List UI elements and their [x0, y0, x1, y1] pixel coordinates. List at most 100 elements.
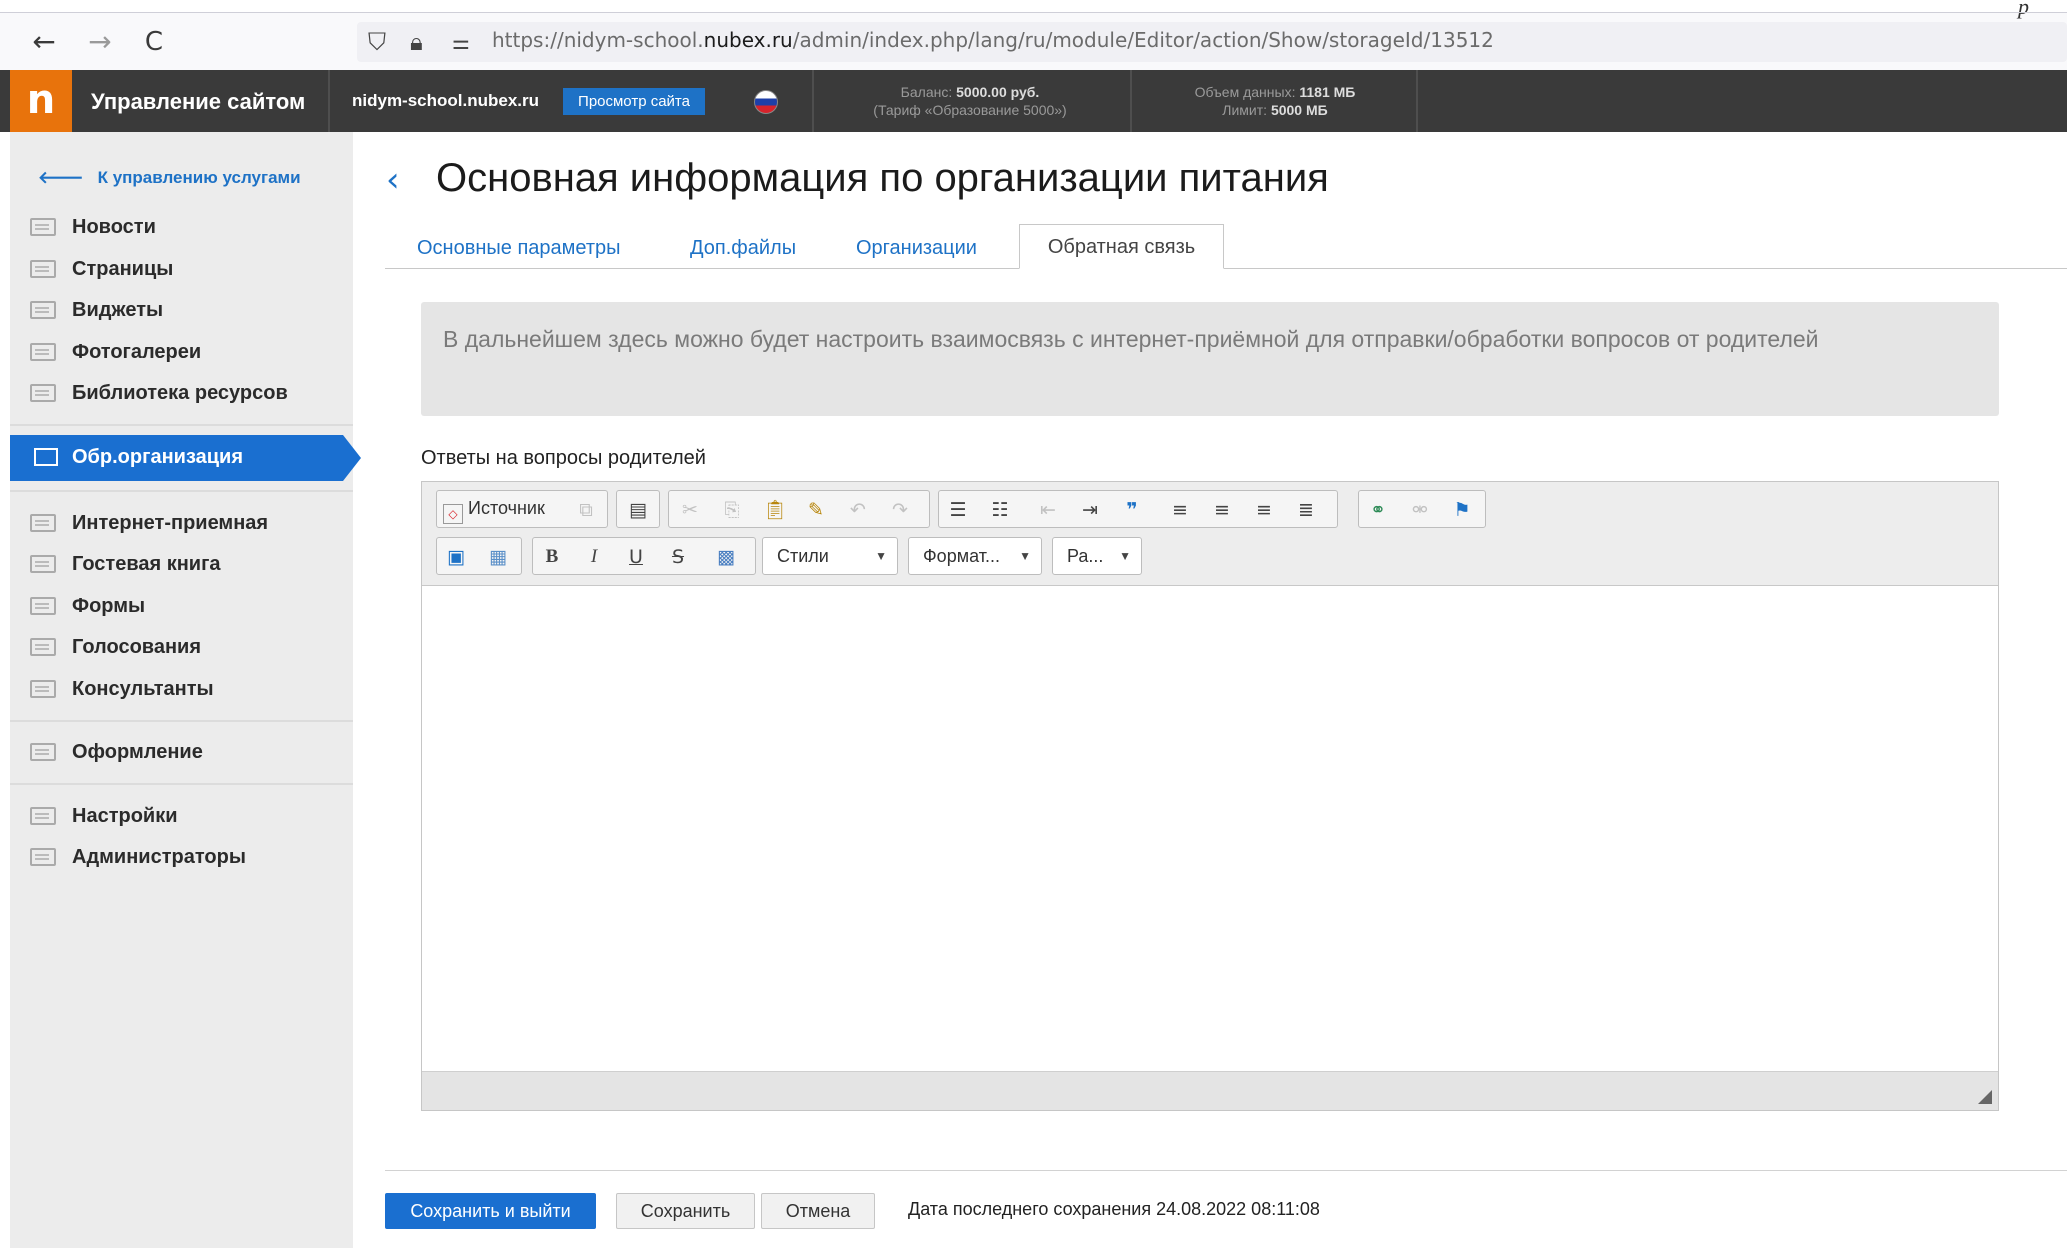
browser-top-border: [0, 12, 2067, 13]
reload-icon[interactable]: C: [138, 26, 170, 58]
shield-icon[interactable]: ⛉: [368, 28, 386, 56]
toolbar-group-insert: ▣ ▦: [436, 537, 522, 575]
tab-feedback[interactable]: Обратная связь: [1019, 224, 1224, 269]
toolbar-group-basicstyles: B I U S ▩: [532, 537, 756, 575]
editor-content-area[interactable]: [422, 587, 1998, 1071]
unlink-icon[interactable]: ⚮: [1409, 499, 1431, 521]
align-justify-icon[interactable]: ≣: [1295, 499, 1317, 521]
permissions-icon[interactable]: ⚌: [452, 30, 470, 54]
widgets-icon: [30, 301, 56, 319]
bold-button[interactable]: B: [541, 546, 563, 568]
notice-text: В дальнейшем здесь можно будет настроить…: [443, 326, 1819, 352]
italic-button[interactable]: I: [583, 546, 605, 568]
copy-icon[interactable]: ⎘: [721, 499, 743, 521]
undo-icon[interactable]: ↶: [847, 499, 869, 521]
lock-icon[interactable]: 🔒︎: [410, 28, 423, 56]
sidebar-item-internet-reception[interactable]: Интернет-приемная: [30, 508, 268, 538]
field-label: Ответы на вопросы родителей: [421, 447, 706, 469]
back-to-services-link[interactable]: 🡐 К управлению услугами: [38, 168, 301, 188]
admin-bar-divider: [1130, 70, 1132, 132]
language-flag-icon[interactable]: [754, 90, 778, 114]
styles-dropdown[interactable]: Стили ▼: [762, 537, 898, 575]
toolbar-group-clipboard: ✂ ⎘ 📋︎ ✎ ↶ ↷: [668, 490, 930, 528]
nubex-logo[interactable]: n: [10, 70, 72, 132]
link-icon[interactable]: ⚭: [1367, 499, 1389, 521]
rich-text-editor: ◇ Источник ⧉ ▤ ✂ ⎘ 📋︎ ✎ ↶ ↷ ☰ ☷ ⇤ ⇥ ❞ ≡ ≡…: [421, 481, 1999, 1111]
library-icon: [30, 384, 56, 402]
key-icon: [30, 848, 56, 866]
resize-handle-icon[interactable]: [1978, 1090, 1992, 1104]
cancel-button[interactable]: Отмена: [761, 1193, 875, 1229]
forms-icon: [30, 597, 56, 615]
sidebar-item-news[interactable]: Новости: [30, 212, 156, 242]
sidebar-divider: [10, 490, 353, 492]
cut-icon[interactable]: ✂: [679, 499, 701, 521]
forward-arrow-icon[interactable]: →: [84, 26, 116, 58]
active-item-pointer: [343, 435, 361, 481]
sidebar-item-resource-library[interactable]: Библиотека ресурсов: [30, 378, 288, 408]
chevron-down-icon: ▼: [1119, 549, 1131, 563]
save-and-exit-button[interactable]: Сохранить и выйти: [385, 1193, 596, 1229]
admin-title[interactable]: Управление сайтом: [91, 89, 305, 115]
source-button[interactable]: ◇ Источник: [443, 498, 545, 524]
bulleted-list-icon[interactable]: ☷: [989, 499, 1011, 521]
sidebar-item-polls[interactable]: Голосования: [30, 632, 201, 662]
image-icon[interactable]: ▣: [445, 546, 467, 568]
info-notice: В дальнейшем здесь можно будет настроить…: [421, 302, 1999, 416]
save-button[interactable]: Сохранить: [616, 1193, 755, 1229]
paste-icon[interactable]: 📋︎: [763, 499, 787, 521]
tab-organizations[interactable]: Организации: [856, 237, 977, 260]
source-icon: ◇: [443, 504, 463, 524]
person-icon: [30, 680, 56, 698]
sidebar-item-guestbook[interactable]: Гостевая книга: [30, 549, 221, 579]
arrow-left-icon: 🡐: [38, 168, 84, 188]
outdent-icon[interactable]: ⇤: [1037, 499, 1059, 521]
sidebar-item-widgets[interactable]: Виджеты: [30, 295, 163, 325]
numbered-list-icon[interactable]: ☰: [947, 499, 969, 521]
editor-status-bar: [422, 1071, 1998, 1110]
strikethrough-button[interactable]: S: [667, 546, 689, 568]
toolbar-group-links: ⚭ ⚮ ⚑: [1358, 490, 1486, 528]
sidebar-item-design[interactable]: Оформление: [30, 737, 203, 767]
indent-icon[interactable]: ⇥: [1079, 499, 1101, 521]
last-saved-date: Дата последнего сохранения 24.08.2022 08…: [908, 1199, 1320, 1219]
underline-button[interactable]: U: [625, 546, 647, 568]
data-volume-info: Объем данных: 1181 МБ Лимит: 5000 МБ: [1194, 84, 1356, 118]
sidebar-item-consultants[interactable]: Консультанты: [30, 674, 214, 704]
chevron-down-icon: ▼: [1019, 549, 1031, 563]
editor-toolbar: ◇ Источник ⧉ ▤ ✂ ⎘ 📋︎ ✎ ↶ ↷ ☰ ☷ ⇤ ⇥ ❞ ≡ ≡…: [422, 482, 1998, 586]
sidebar-divider: [10, 720, 353, 722]
format-dropdown[interactable]: Формат... ▼: [908, 537, 1042, 575]
redo-icon[interactable]: ↷: [889, 499, 911, 521]
font-size-dropdown[interactable]: Ра... ▼: [1052, 537, 1142, 575]
sidebar-item-forms[interactable]: Формы: [30, 591, 145, 621]
tabs-baseline: [385, 268, 2067, 269]
toolbar-group-preview: ▤: [616, 490, 660, 528]
chevron-left-icon[interactable]: ‹: [386, 160, 400, 200]
blockquote-icon[interactable]: ❞: [1121, 499, 1143, 521]
align-right-icon[interactable]: ≡: [1253, 499, 1275, 521]
sidebar-item-galleries[interactable]: Фотогалереи: [30, 337, 201, 367]
preview-icon[interactable]: ▤: [627, 499, 649, 521]
back-arrow-icon[interactable]: ←: [28, 26, 60, 58]
sidebar-item-administrators[interactable]: Администраторы: [30, 842, 246, 872]
url-text[interactable]: https://nidym-school.nubex.ru/admin/inde…: [492, 28, 1494, 52]
site-name[interactable]: nidym-school.nubex.ru: [352, 91, 539, 111]
tab-extra-files[interactable]: Доп.файлы: [690, 237, 796, 260]
balance-info: Баланс: 5000.00 руб. (Тариф «Образование…: [873, 84, 1067, 118]
align-center-icon[interactable]: ≡: [1211, 499, 1233, 521]
media-icon[interactable]: ▩: [715, 546, 737, 568]
view-site-button[interactable]: Просмотр сайта: [563, 88, 705, 115]
paste-word-icon[interactable]: ✎: [805, 499, 827, 521]
sidebar-item-organization[interactable]: Обр.организация: [10, 435, 343, 481]
gear-icon: [30, 807, 56, 825]
templates-icon[interactable]: ⧉: [575, 499, 597, 521]
sidebar-item-pages[interactable]: Страницы: [30, 254, 173, 284]
tab-main-parameters[interactable]: Основные параметры: [417, 237, 621, 260]
table-icon[interactable]: ▦: [487, 546, 509, 568]
design-icon: [30, 743, 56, 761]
align-left-icon[interactable]: ≡: [1169, 499, 1191, 521]
sidebar-item-settings[interactable]: Настройки: [30, 801, 178, 831]
guestbook-icon: [30, 555, 56, 573]
anchor-flag-icon[interactable]: ⚑: [1451, 499, 1473, 521]
